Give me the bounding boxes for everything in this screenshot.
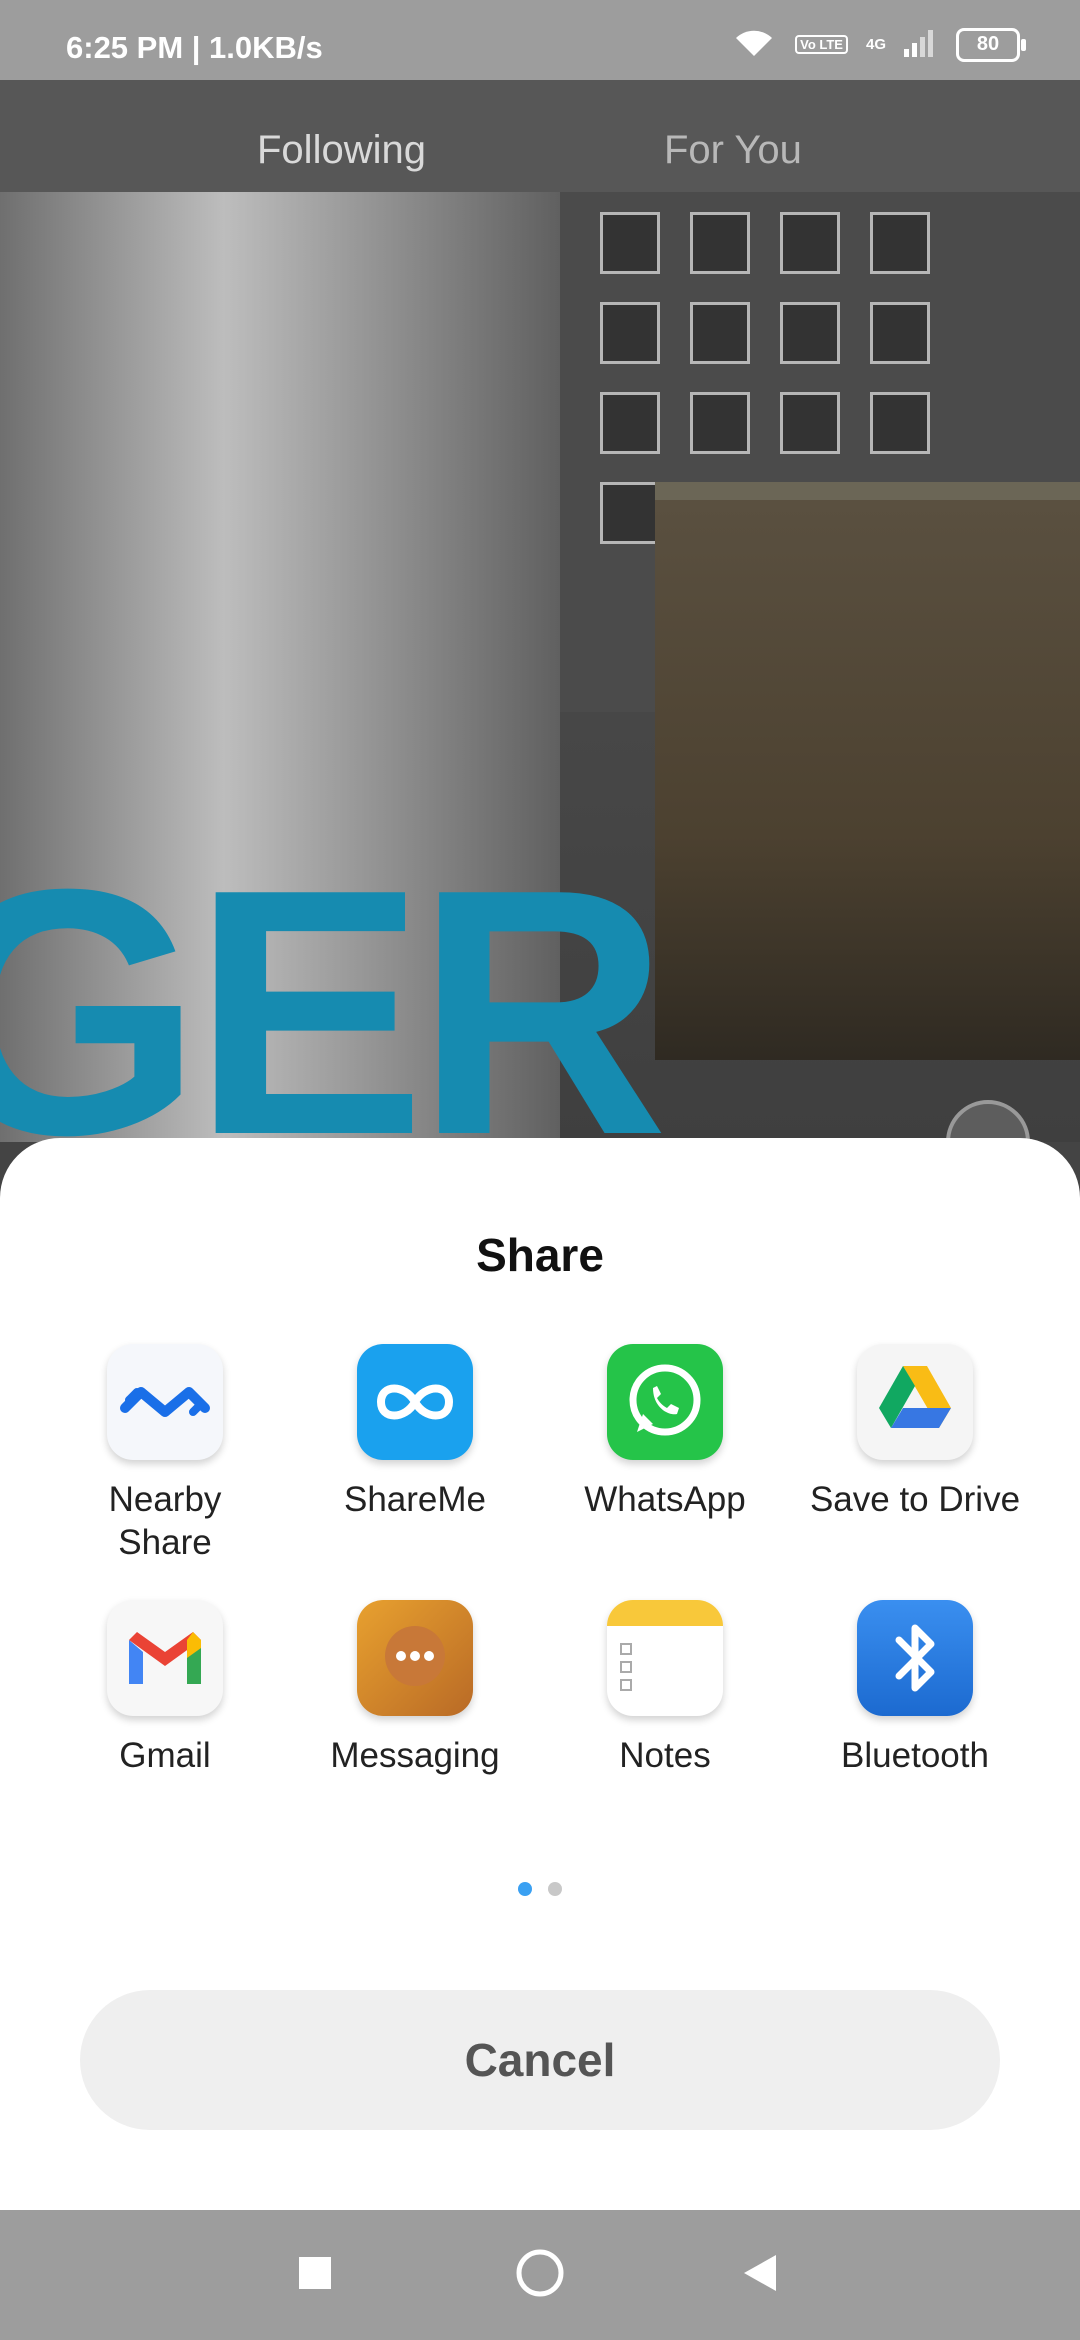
app-label: Messaging <box>330 1736 500 1775</box>
share-title: Share <box>476 1229 604 1281</box>
app-label: Nearby Share <box>108 1480 222 1562</box>
home-button[interactable] <box>480 2210 600 2340</box>
app-label: WhatsApp <box>584 1480 746 1519</box>
share-target-whatsapp[interactable]: WhatsApp <box>540 1344 790 1521</box>
gmail-icon <box>107 1600 223 1716</box>
app-label: Notes <box>619 1736 711 1775</box>
status-icons: Vo LTE 4G 80 <box>731 26 1026 63</box>
back-button[interactable] <box>700 2210 820 2340</box>
avatar[interactable] <box>946 1100 1030 1142</box>
signal-icon <box>904 27 938 62</box>
volte-icon: Vo LTE <box>795 35 848 54</box>
app-label: ShareMe <box>343 1480 487 1519</box>
share-target-gmail[interactable]: Gmail <box>40 1600 290 1777</box>
back-icon <box>742 2253 778 2298</box>
battery-icon: 80 <box>956 27 1026 62</box>
status-time: 6:25 PM | 1.0KB/s <box>66 30 323 65</box>
share-target-nearby-share[interactable]: Nearby Share <box>40 1344 290 1564</box>
messaging-icon <box>357 1600 473 1716</box>
recents-icon <box>298 2256 332 2295</box>
feed-tabs: Following For You <box>0 80 1080 192</box>
cancel-button[interactable]: Cancel <box>80 1990 1000 2130</box>
video-player[interactable]: GER <box>0 192 1080 1142</box>
share-target-messaging[interactable]: Messaging <box>290 1600 540 1777</box>
app-label: Gmail <box>119 1736 211 1775</box>
share-target-save-to-drive[interactable]: Save to Drive <box>790 1344 1040 1521</box>
share-target-shareme[interactable]: ShareMe <box>290 1344 540 1521</box>
network-type: 4G <box>865 36 886 53</box>
share-sheet: Share Nearby Share ShareMe WhatsApp Save… <box>0 1138 1080 2210</box>
video-overlay-text: GER <box>0 817 668 1142</box>
app-label: Save to Drive <box>809 1480 1021 1519</box>
tab-following[interactable]: Following <box>257 128 426 173</box>
home-icon <box>514 2247 566 2304</box>
shareme-icon <box>357 1344 473 1460</box>
whatsapp-icon <box>607 1344 723 1460</box>
status-bar: 6:25 PM | 1.0KB/s Vo LTE 4G 80 <box>0 0 1080 80</box>
tab-for-you[interactable]: For You <box>664 128 802 173</box>
nearby-share-icon <box>107 1344 223 1460</box>
page-dot[interactable] <box>548 1882 562 1896</box>
navigation-bar <box>0 2210 1080 2340</box>
google-drive-icon <box>857 1344 973 1460</box>
app-label: Bluetooth <box>841 1736 989 1775</box>
wifi-icon <box>731 26 777 63</box>
page-dot-active <box>518 1882 532 1896</box>
recents-button[interactable] <box>255 2210 375 2340</box>
share-target-bluetooth[interactable]: Bluetooth <box>790 1600 1040 1777</box>
share-target-notes[interactable]: Notes <box>540 1600 790 1777</box>
notes-icon <box>607 1600 723 1716</box>
battery-level: 80 <box>976 33 1000 55</box>
bluetooth-icon <box>857 1600 973 1716</box>
cable-car <box>655 482 1080 1060</box>
page-indicator <box>0 1882 1080 1902</box>
